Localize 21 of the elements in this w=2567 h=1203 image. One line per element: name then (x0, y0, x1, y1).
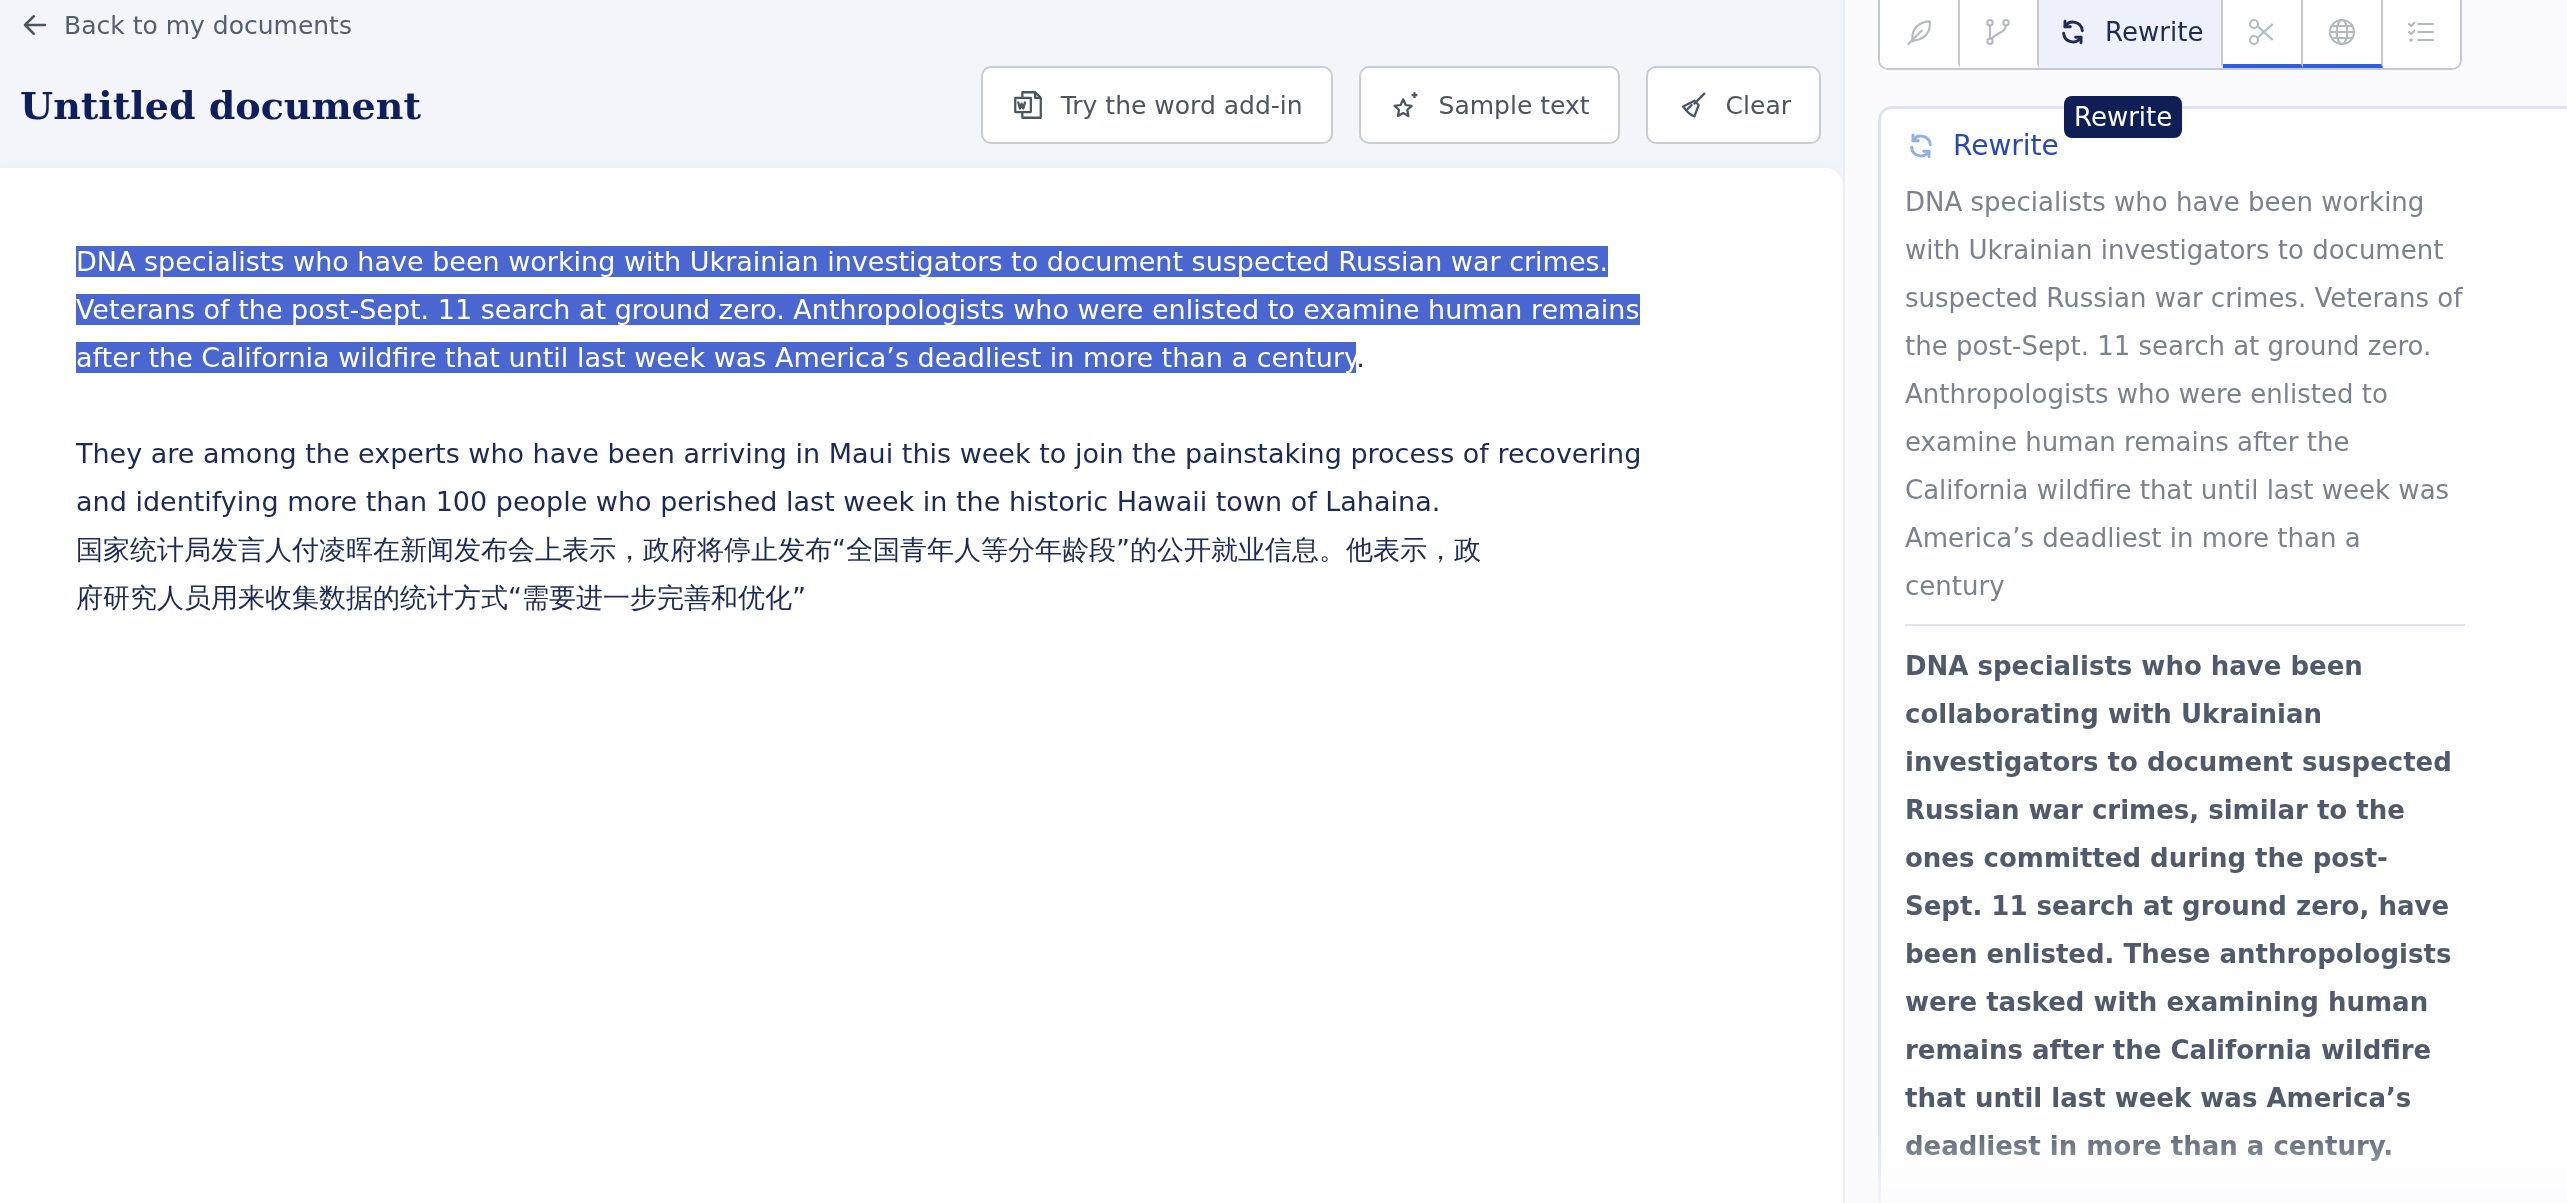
paragraph-text: They are among the experts who have been arriving in Maui this week to join the painstaking process of recovering (76, 438, 1642, 469)
rewrite-tab[interactable]: Rewrite (2039, 0, 2224, 68)
tooltip: Rewrite (2064, 96, 2183, 138)
tool-tab[interactable] (2223, 0, 2303, 68)
tool-tab[interactable] (2302, 0, 2383, 68)
paragraph-text: 国家统计局发言人付凌晖在新闻发布会上表示，政府将停止发布“全国青年人等分年龄段”的公开就业信息。他表示，政 (76, 534, 1481, 565)
original-text: DNA specialists who have been working with Ukrainian investigators to document suspected Russian war crimes. Veterans of the post-Sept. 11 search at ground zero. Anthropologists who were enlisted to examine human remains after the California wildfire that until last week was America’s deadliest in more than a century (1905, 178, 2465, 626)
back-link[interactable]: Back to my documents (20, 10, 352, 40)
document-title: Untitled document (20, 82, 421, 128)
paragraph-text: . (1356, 342, 1365, 373)
paragraph-text: and identifying more than 100 people who perished last week in the historic Hawaii town of Lahaina. (76, 486, 1441, 517)
panel-title: Rewrite (1953, 129, 2059, 162)
highlighted-text: Veterans of the post-Sept. 11 search at ground zero. Anthropologists who were enlisted to examine human remains (76, 294, 1640, 325)
suggested-text[interactable]: DNA specialists who have been collaborating with Ukrainian investigators to document suspected Russian war crimes, similar to the ones committed during the post-Sept. 11 search at ground zero, have been enlisted. These anthropologists were tasked with examining human remains after the California wildfire that until last week was America’s deadliest in more than a century. (1905, 642, 2465, 1170)
document-editor[interactable] (0, 168, 1843, 1203)
highlighted-text: after the California wildfire that until last week was America’s deadliest in more than a century (76, 342, 1357, 373)
action-button[interactable]: Try the word add-in (980, 66, 1333, 144)
action-button[interactable]: Clear (1645, 66, 1821, 144)
action-button[interactable]: Sample text (1358, 66, 1620, 144)
highlighted-text: DNA specialists who have been working with Ukrainian investigators to document suspected Russian war crimes. (76, 246, 1609, 277)
paragraph-text: 府研究人员用来收集数据的统计方式“需要进一步完善和优化” (76, 582, 806, 613)
